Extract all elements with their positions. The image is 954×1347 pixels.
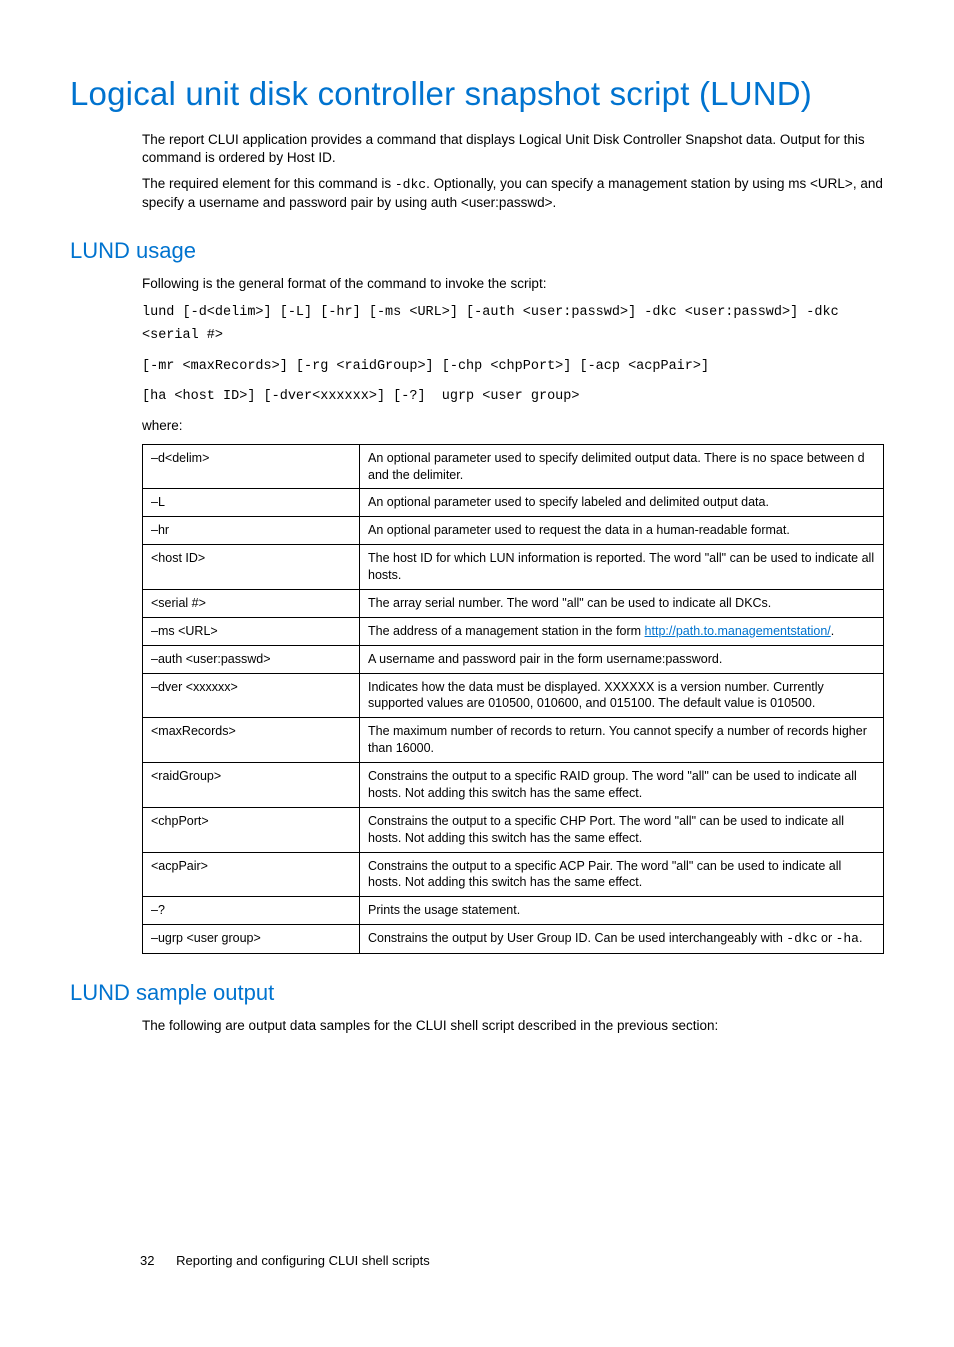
param-key: –auth <user:passwd>: [143, 645, 360, 673]
param-key: –hr: [143, 517, 360, 545]
usage-intro: Following is the general format of the c…: [142, 275, 884, 293]
ugrp-code-1: -dkc: [786, 931, 817, 946]
management-station-link[interactable]: http://path.to.managementstation/: [645, 624, 831, 638]
param-desc: An optional parameter used to specify la…: [360, 489, 884, 517]
param-key: <serial #>: [143, 589, 360, 617]
ugrp-code-2: -ha: [836, 931, 859, 946]
table-row: –?Prints the usage statement.: [143, 897, 884, 925]
param-key: –dver <xxxxxx>: [143, 673, 360, 718]
parameters-table: –d<delim>An optional parameter used to s…: [142, 444, 884, 954]
param-desc: Constrains the output to a specific CHP …: [360, 807, 884, 852]
section-usage-heading: LUND usage: [70, 236, 884, 266]
table-row: –auth <user:passwd>A username and passwo…: [143, 645, 884, 673]
intro-paragraph-1: The report CLUI application provides a c…: [142, 131, 884, 167]
msurl-pre: The address of a management station in t…: [368, 624, 645, 638]
param-desc: Prints the usage statement.: [360, 897, 884, 925]
param-key: –L: [143, 489, 360, 517]
param-desc: The address of a management station in t…: [360, 617, 884, 645]
param-key: –ugrp <user group>: [143, 925, 360, 954]
table-row: <raidGroup>Constrains the output to a sp…: [143, 763, 884, 808]
param-desc: Constrains the output to a specific ACP …: [360, 852, 884, 897]
param-desc: Constrains the output by User Group ID. …: [360, 925, 884, 954]
where-label: where:: [142, 417, 884, 435]
table-row: –ugrp <user group> Constrains the output …: [143, 925, 884, 954]
table-row: <chpPort>Constrains the output to a spec…: [143, 807, 884, 852]
section-sample-heading: LUND sample output: [70, 978, 884, 1008]
ugrp-mid: or: [818, 931, 836, 945]
intro-paragraph-2: The required element for this command is…: [142, 175, 884, 212]
table-row: –d<delim>An optional parameter used to s…: [143, 444, 884, 489]
param-desc: Indicates how the data must be displayed…: [360, 673, 884, 718]
param-desc: The maximum number of records to return.…: [360, 718, 884, 763]
usage-code-line-2: [-mr <maxRecords>] [-rg <raidGroup>] [-c…: [142, 356, 884, 379]
param-desc: Constrains the output to a specific RAID…: [360, 763, 884, 808]
table-row: <maxRecords>The maximum number of record…: [143, 718, 884, 763]
param-key: –?: [143, 897, 360, 925]
param-key: <chpPort>: [143, 807, 360, 852]
table-row: <serial #>The array serial number. The w…: [143, 589, 884, 617]
param-key: <acpPair>: [143, 852, 360, 897]
param-key: <raidGroup>: [143, 763, 360, 808]
ugrp-post: .: [859, 931, 862, 945]
param-key: <host ID>: [143, 545, 360, 590]
usage-code-line-3: [ha <host ID>] [-dver<xxxxxx>] [-?] ugrp…: [142, 386, 884, 409]
param-key: –ms <URL>: [143, 617, 360, 645]
param-desc: A username and password pair in the form…: [360, 645, 884, 673]
footer-text: Reporting and configuring CLUI shell scr…: [176, 1253, 430, 1268]
intro-p2-code: -dkc: [395, 177, 426, 192]
msurl-post: .: [831, 624, 834, 638]
param-key: <maxRecords>: [143, 718, 360, 763]
table-row: –dver <xxxxxx>Indicates how the data mus…: [143, 673, 884, 718]
page-title: Logical unit disk controller snapshot sc…: [70, 72, 884, 117]
table-row: –hrAn optional parameter used to request…: [143, 517, 884, 545]
sample-intro: The following are output data samples fo…: [142, 1017, 884, 1035]
param-desc: The host ID for which LUN information is…: [360, 545, 884, 590]
param-key: –d<delim>: [143, 444, 360, 489]
table-row: <host ID>The host ID for which LUN infor…: [143, 545, 884, 590]
page-footer: 32 Reporting and configuring CLUI shell …: [140, 1252, 430, 1270]
table-row: –ms <URL> The address of a management sta…: [143, 617, 884, 645]
intro-p2-pre: The required element for this command is: [142, 176, 395, 191]
page-number: 32: [140, 1253, 154, 1268]
table-row: –LAn optional parameter used to specify …: [143, 489, 884, 517]
param-desc: The array serial number. The word "all" …: [360, 589, 884, 617]
ugrp-pre: Constrains the output by User Group ID. …: [368, 931, 786, 945]
table-row: <acpPair>Constrains the output to a spec…: [143, 852, 884, 897]
usage-code-line-1: lund [-d<delim>] [-L] [-hr] [-ms <URL>] …: [142, 302, 884, 348]
param-desc: An optional parameter used to request th…: [360, 517, 884, 545]
param-desc: An optional parameter used to specify de…: [360, 444, 884, 489]
